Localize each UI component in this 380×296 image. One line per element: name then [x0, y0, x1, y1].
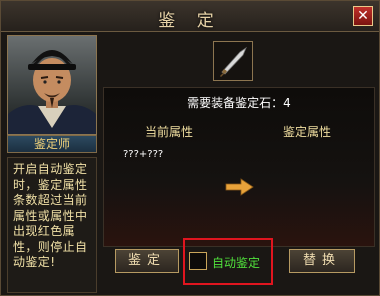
window-title: 鉴 定 [158, 11, 222, 31]
auto-identify-label[interactable]: 自动鉴定 [212, 254, 260, 271]
replace-button[interactable]: 替换 [289, 249, 355, 273]
auto-identify-checkbox[interactable] [189, 252, 207, 270]
npc-portrait [7, 35, 97, 135]
identify-window: 鉴 定 ✕ 鉴定师 开启自动鉴定时，鉴定属性条数超过当前属性或属性中出现红色属性 [0, 0, 380, 296]
equipment-slot[interactable] [213, 41, 253, 81]
npc-name: 鉴定师 [7, 135, 97, 153]
identified-attributes-header: 鉴定属性 [283, 125, 332, 139]
close-icon: ✕ [357, 8, 369, 24]
required-stones-label: 需要装备鉴定石：4 [187, 96, 291, 110]
title-bar: 鉴 定 ✕ [1, 1, 379, 32]
sword-icon [220, 46, 247, 77]
identify-button[interactable]: 鉴定 [115, 249, 179, 273]
arrow-right-icon [225, 178, 254, 196]
npc-panel: 鉴定师 开启自动鉴定时，鉴定属性条数超过当前属性或属性中出现红色属性，则停止自动… [7, 35, 97, 293]
close-button[interactable]: ✕ [353, 6, 373, 26]
attribute-panel [103, 87, 375, 247]
current-attributes-header: 当前属性 [145, 125, 194, 139]
current-attribute-value: ???+??? [123, 149, 164, 160]
auto-identify-description: 开启自动鉴定时，鉴定属性条数超过当前属性或属性中出现红色属性，则停止自动鉴定! [7, 157, 97, 293]
